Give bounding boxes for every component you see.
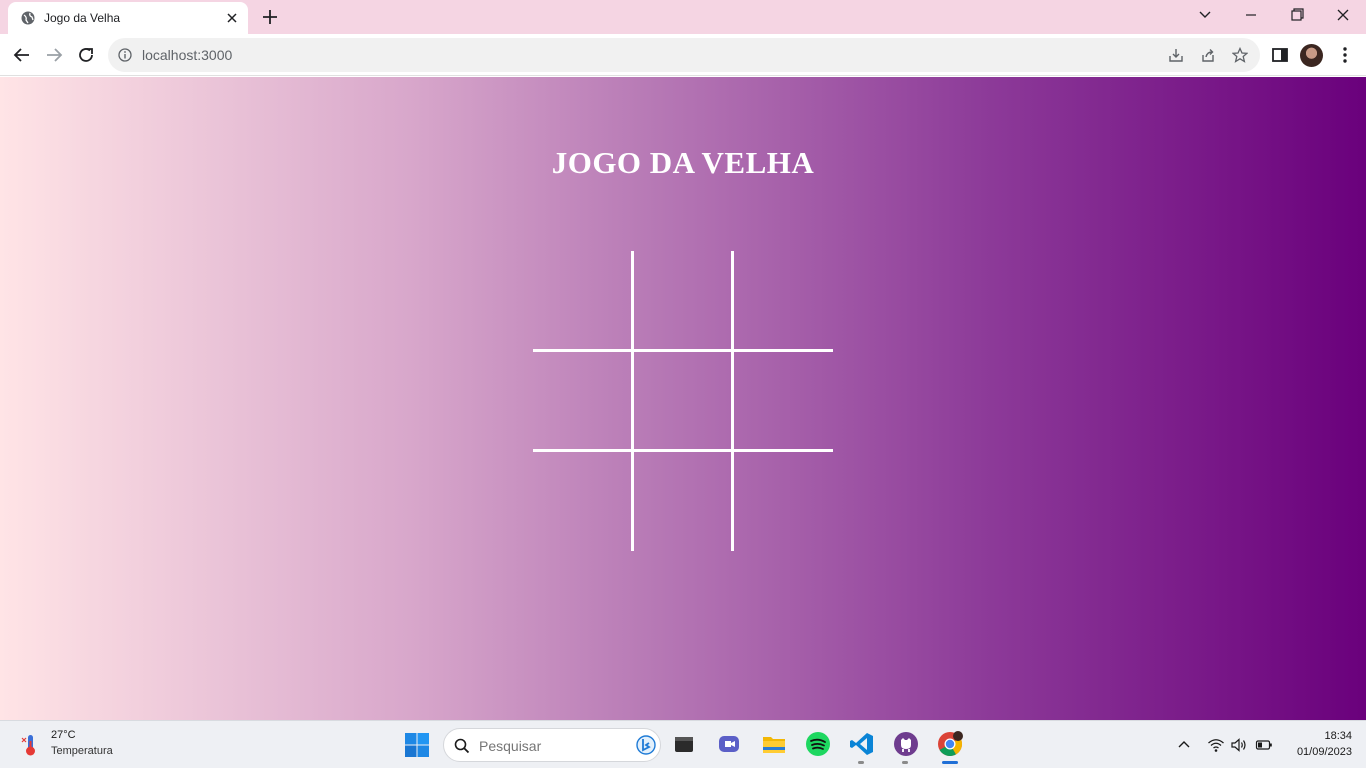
taskbar-search[interactable]: [443, 728, 661, 762]
board-cell-1[interactable]: [533, 251, 633, 351]
site-info-icon[interactable]: [118, 48, 132, 62]
minimize-button[interactable]: [1239, 5, 1263, 25]
volume-icon[interactable]: [1230, 736, 1248, 754]
spotify-icon[interactable]: [805, 731, 831, 757]
new-tab-button[interactable]: [260, 7, 280, 27]
bookmark-star-icon[interactable]: [1232, 47, 1248, 63]
bing-icon[interactable]: [636, 735, 656, 755]
windows-taskbar: 27°C Temperatura Pesquisar 18:34 01/09/2…: [0, 720, 1366, 768]
folder-icon[interactable]: [761, 731, 787, 757]
weather-widget[interactable]: 27°C Temperatura: [18, 727, 138, 763]
side-panel-icon[interactable]: [1270, 45, 1290, 65]
reload-icon[interactable]: [76, 45, 96, 65]
board-divider-horizontal: [533, 349, 833, 352]
tab-search-chevron-icon[interactable]: [1193, 5, 1217, 25]
browser-tab[interactable]: Jogo da Velha: [8, 2, 248, 34]
battery-icon[interactable]: [1255, 736, 1273, 754]
board-cell-6[interactable]: [733, 351, 833, 451]
tab-strip: Jogo da Velha: [0, 0, 1366, 34]
clock-time: 18:34: [1324, 730, 1352, 742]
search-icon: [454, 738, 470, 754]
profile-avatar[interactable]: [1300, 44, 1323, 67]
wifi-icon[interactable]: [1207, 736, 1225, 754]
tic-tac-toe-board: [533, 251, 833, 551]
share-icon[interactable]: [1200, 47, 1216, 63]
board-cell-7[interactable]: [533, 451, 633, 551]
running-app-indicator: [858, 761, 864, 764]
chrome-icon[interactable]: [937, 731, 963, 757]
windows-start-icon[interactable]: [404, 732, 430, 758]
board-divider-vertical: [731, 251, 734, 551]
clock-date: 01/09/2023: [1296, 746, 1352, 758]
running-app-indicator: [902, 761, 908, 764]
tab-title: Jogo da Velha: [44, 11, 121, 25]
forward-icon[interactable]: [44, 45, 64, 65]
weather-temperature: 27°C: [51, 729, 76, 741]
page-title: JOGO DA VELHA: [551, 145, 815, 180]
page-viewport: JOGO DA VELHA: [0, 77, 1366, 720]
taskbar-search-input[interactable]: [479, 737, 619, 755]
vscode-icon[interactable]: [849, 731, 875, 757]
more-menu-icon[interactable]: [1335, 45, 1355, 65]
board-cell-8[interactable]: [633, 451, 733, 551]
board-cell-2[interactable]: [633, 251, 733, 351]
url-input[interactable]: [142, 46, 942, 64]
install-app-icon[interactable]: [1168, 47, 1184, 63]
board-cell-4[interactable]: [533, 351, 633, 451]
close-tab-icon[interactable]: [224, 10, 240, 26]
github-desktop-icon[interactable]: [893, 731, 919, 757]
board-divider-vertical: [631, 251, 634, 551]
active-app-indicator: [942, 761, 958, 764]
address-bar[interactable]: [108, 38, 1260, 72]
taskbar-clock[interactable]: 18:34 01/09/2023: [1280, 729, 1352, 761]
explorer-icon[interactable]: [671, 731, 697, 757]
board-cell-5[interactable]: [633, 351, 733, 451]
browser-toolbar: [0, 34, 1366, 76]
back-icon[interactable]: [12, 45, 32, 65]
board-cell-3[interactable]: [733, 251, 833, 351]
weather-label: Temperatura: [51, 745, 113, 757]
globe-icon: [21, 11, 35, 25]
restore-button[interactable]: [1285, 5, 1309, 25]
thermometer-icon: [21, 735, 35, 756]
close-window-button[interactable]: [1331, 5, 1355, 25]
teams-icon[interactable]: [716, 731, 742, 757]
chevron-up-icon[interactable]: [1175, 736, 1193, 754]
board-divider-horizontal: [533, 449, 833, 452]
board-cell-9[interactable]: [733, 451, 833, 551]
